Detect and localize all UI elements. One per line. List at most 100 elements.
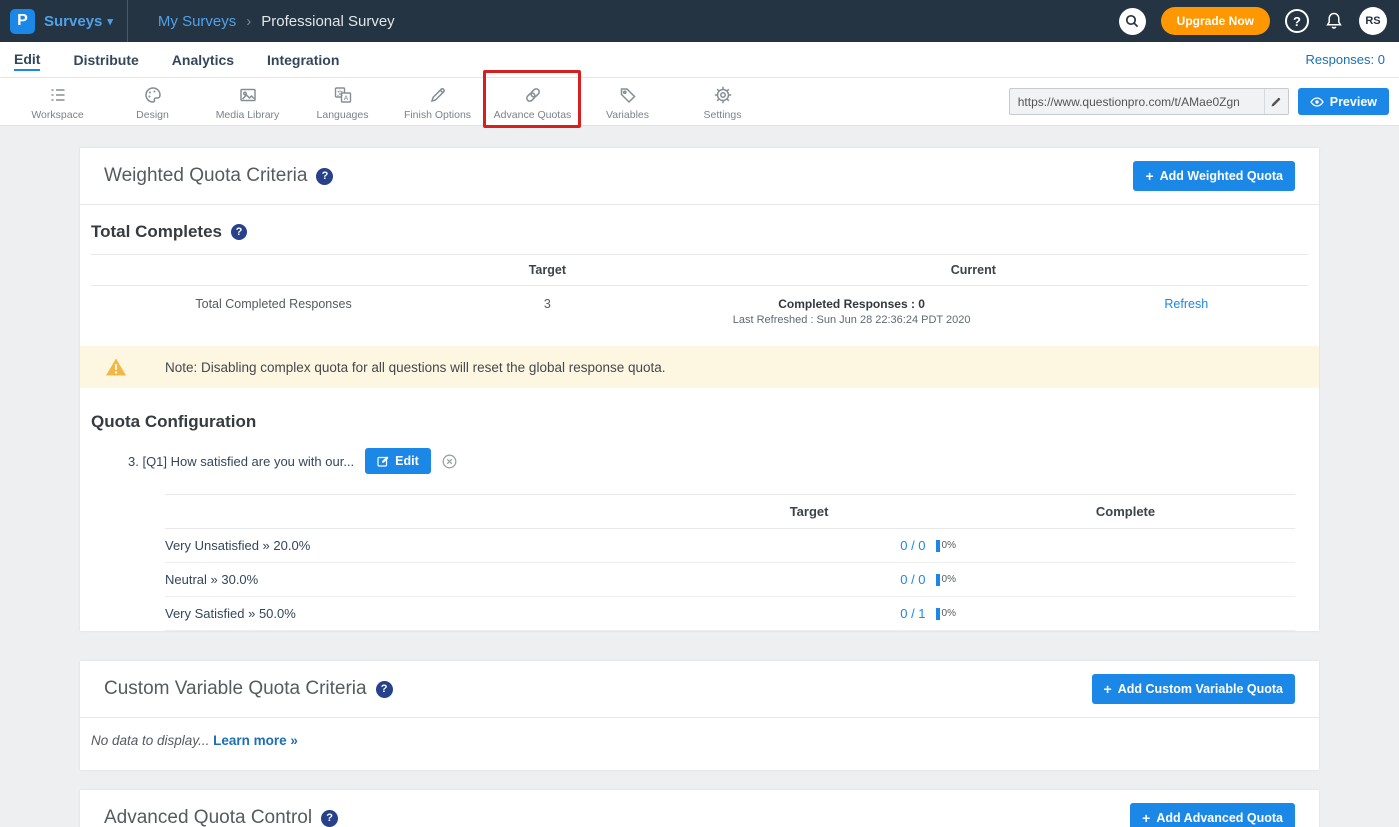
add-advanced-quota-button[interactable]: + Add Advanced Quota bbox=[1130, 803, 1295, 827]
survey-nav-tabs: Edit Distribute Analytics Integration Re… bbox=[0, 42, 1399, 78]
edit-toolbar: Workspace Design Media Library 文A Langua… bbox=[0, 78, 1399, 126]
topbar-right: Upgrade Now ? RS bbox=[1119, 7, 1399, 35]
notifications-bell-icon[interactable] bbox=[1324, 11, 1344, 31]
tab-distribute[interactable]: Distribute bbox=[73, 50, 138, 70]
quota-question-row: 3. [Q1] How satisfied are you with our..… bbox=[128, 448, 1319, 474]
toolbar-item-media-library[interactable]: Media Library bbox=[200, 85, 295, 121]
toolbar-item-label: Advance Quotas bbox=[494, 109, 572, 121]
toolbar-item-label: Finish Options bbox=[404, 109, 471, 121]
search-button[interactable] bbox=[1119, 8, 1146, 35]
search-icon bbox=[1125, 14, 1139, 28]
toolbar-item-languages[interactable]: 文A Languages bbox=[295, 85, 390, 121]
quota-target-value: 0 / 0 bbox=[900, 538, 925, 553]
complete-cell bbox=[956, 529, 1295, 563]
toolbar-item-variables[interactable]: Variables bbox=[580, 85, 675, 121]
surveys-menu[interactable]: Surveys ▾ bbox=[44, 13, 113, 30]
svg-text:文: 文 bbox=[336, 88, 343, 97]
toolbar-item-settings[interactable]: Settings bbox=[675, 85, 770, 121]
toolbar-item-workspace[interactable]: Workspace bbox=[10, 85, 105, 121]
help-icon[interactable]: ? bbox=[376, 681, 393, 698]
help-icon[interactable]: ? bbox=[321, 810, 338, 827]
total-completes-title: Total Completes ? bbox=[80, 205, 1319, 242]
total-completes-table: Target Current Total Completed Responses… bbox=[91, 254, 1308, 342]
weighted-quota-card: Weighted Quota Criteria ? + Add Weighted… bbox=[80, 148, 1319, 631]
empty-state: No data to display... Learn more » bbox=[80, 718, 1319, 770]
breadcrumb: My Surveys › Professional Survey bbox=[158, 13, 395, 30]
add-weighted-quota-label: Add Weighted Quota bbox=[1160, 169, 1283, 183]
main-content: Weighted Quota Criteria ? + Add Weighted… bbox=[0, 126, 1399, 827]
last-refreshed-timestamp: Last Refreshed : Sun Jun 28 22:36:24 PDT… bbox=[639, 314, 1065, 326]
tab-analytics[interactable]: Analytics bbox=[172, 50, 234, 70]
completed-responses-count: Completed Responses : 0 bbox=[639, 297, 1065, 311]
preview-button[interactable]: Preview bbox=[1298, 88, 1389, 115]
edit-url-pencil-icon[interactable] bbox=[1264, 89, 1288, 114]
edit-pencil-icon bbox=[377, 455, 389, 467]
quota-row-very-unsatisfied: Very Unsatisfied » 20.0% 0 / 0 0% bbox=[165, 529, 1295, 563]
progress-bar bbox=[936, 574, 940, 586]
column-header-target: Target bbox=[662, 495, 956, 529]
tab-integration[interactable]: Integration bbox=[267, 50, 339, 70]
palette-icon bbox=[143, 85, 163, 105]
toolbar-item-advance-quotas[interactable]: Advance Quotas bbox=[485, 85, 580, 121]
quota-target-value: 0 / 0 bbox=[900, 572, 925, 587]
tag-icon bbox=[618, 85, 638, 105]
tab-edit[interactable]: Edit bbox=[14, 49, 40, 71]
complete-cell bbox=[956, 563, 1295, 597]
help-icon[interactable]: ? bbox=[231, 224, 247, 240]
eye-icon bbox=[1310, 97, 1324, 107]
add-advanced-quota-label: Add Advanced Quota bbox=[1156, 811, 1283, 825]
column-header-complete: Complete bbox=[956, 495, 1295, 529]
quota-configuration-title: Quota Configuration bbox=[80, 388, 1319, 432]
advanced-quota-title: Advanced Quota Control bbox=[104, 807, 312, 827]
workspace-icon bbox=[48, 85, 68, 105]
avatar[interactable]: RS bbox=[1359, 7, 1387, 35]
translate-icon: 文A bbox=[333, 85, 353, 105]
help-icon[interactable]: ? bbox=[1285, 9, 1309, 33]
refresh-link[interactable]: Refresh bbox=[1164, 297, 1208, 311]
image-icon bbox=[238, 85, 258, 105]
plus-icon: + bbox=[1145, 168, 1153, 184]
toolbar-right: Preview bbox=[1009, 88, 1389, 115]
questionpro-logo: P bbox=[10, 9, 35, 34]
toolbar-item-label: Media Library bbox=[216, 109, 280, 121]
progress-indicator: 0% bbox=[936, 574, 956, 586]
progress-percent: 0% bbox=[942, 540, 956, 551]
quota-note-banner: Note: Disabling complex quota for all qu… bbox=[80, 346, 1319, 388]
survey-url-input[interactable] bbox=[1010, 95, 1264, 109]
help-icon[interactable]: ? bbox=[316, 168, 333, 185]
custom-variable-quota-header: Custom Variable Quota Criteria ? + Add C… bbox=[80, 661, 1319, 717]
gear-icon bbox=[713, 85, 733, 105]
column-header-current: Current bbox=[639, 255, 1308, 286]
toolbar-item-finish-options[interactable]: Finish Options bbox=[390, 85, 485, 121]
quota-question-label: 3. [Q1] How satisfied are you with our..… bbox=[128, 454, 354, 469]
advanced-quota-header: Advanced Quota Control ? + Add Advanced … bbox=[80, 790, 1319, 827]
toolbar-item-design[interactable]: Design bbox=[105, 85, 200, 121]
surveys-menu-label: Surveys bbox=[44, 13, 102, 30]
no-data-text: No data to display... bbox=[91, 733, 209, 748]
svg-text:A: A bbox=[343, 94, 348, 102]
quota-row-label: Very Unsatisfied » 20.0% bbox=[165, 529, 662, 563]
quota-row-label: Neutral » 30.0% bbox=[165, 563, 662, 597]
progress-bar bbox=[936, 608, 940, 620]
add-custom-variable-quota-label: Add Custom Variable Quota bbox=[1118, 682, 1283, 696]
progress-bar bbox=[936, 540, 940, 552]
remove-quota-icon[interactable] bbox=[442, 454, 457, 469]
column-header-blank bbox=[165, 495, 662, 529]
quota-configuration-table: Target Complete Very Unsatisfied » 20.0%… bbox=[165, 494, 1295, 631]
learn-more-link[interactable]: Learn more » bbox=[213, 733, 298, 748]
breadcrumb-separator-icon: › bbox=[246, 13, 251, 30]
edit-button-label: Edit bbox=[395, 454, 419, 468]
upgrade-now-button[interactable]: Upgrade Now bbox=[1161, 7, 1270, 35]
current-info: Completed Responses : 0 Last Refreshed :… bbox=[639, 286, 1065, 343]
breadcrumb-my-surveys[interactable]: My Surveys bbox=[158, 13, 236, 30]
add-custom-variable-quota-button[interactable]: + Add Custom Variable Quota bbox=[1092, 674, 1296, 704]
add-weighted-quota-button[interactable]: + Add Weighted Quota bbox=[1133, 161, 1295, 191]
quota-row-label: Very Satisfied » 50.0% bbox=[165, 597, 662, 631]
quota-row-very-satisfied: Very Satisfied » 50.0% 0 / 1 0% bbox=[165, 597, 1295, 631]
edit-quota-button[interactable]: Edit bbox=[365, 448, 431, 474]
toolbar-item-label: Workspace bbox=[31, 109, 83, 121]
complete-cell bbox=[956, 597, 1295, 631]
toolbar-item-label: Settings bbox=[704, 109, 742, 121]
quota-note-text: Note: Disabling complex quota for all qu… bbox=[165, 360, 666, 375]
weighted-quota-header: Weighted Quota Criteria ? + Add Weighted… bbox=[80, 148, 1319, 204]
